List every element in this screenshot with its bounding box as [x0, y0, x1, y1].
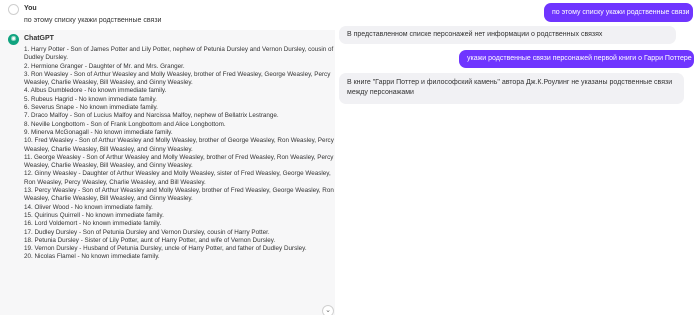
list-item: 17. Dudley Dursley - Son of Petunia Durs… [24, 228, 270, 236]
user-avatar-icon [8, 4, 19, 15]
list-item: 14. Oliver Wood - No known immediate fam… [24, 203, 153, 211]
list-item: 11. George Weasley - Son of Arthur Weasl… [24, 153, 334, 170]
chevron-down-icon: ⌄ [325, 307, 331, 314]
list-item: 7. Draco Malfoy - Son of Lucius Malfoy a… [24, 112, 279, 120]
chatgpt-logo-icon: ✺ [8, 34, 19, 45]
list-item: 10. Fred Weasley - Son of Arthur Weasley… [24, 137, 334, 153]
list-item: 3. Ron Weasley - Son of Arthur Weasley a… [24, 70, 331, 87]
chatgpt-pane: You по этому списку укажи родственные св… [0, 0, 335, 315]
list-item: 2. Hermione Granger - Daughter of Mr. an… [24, 62, 185, 70]
assistant-message-block: ✺ ChatGPT 1. Harry Potter - Son of James… [0, 30, 335, 315]
list-item: 13. Percy Weasley - Son of Arthur Weasle… [24, 187, 334, 203]
list-item: 8. Neville Longbottom - Son of Frank Lon… [24, 120, 226, 128]
user-name: You [24, 5, 37, 12]
list-item: 12. Ginny Weasley - Daughter of Arthur W… [24, 170, 331, 186]
list-item: 15. Quirinus Quirrell - No known immedia… [24, 211, 164, 219]
bot-message-bubble: В представленном списке персонажей нет и… [339, 26, 676, 44]
list-item: 1. Harry Potter - Son of James Potter an… [24, 46, 334, 62]
list-item: 16. Lord Voldemort - No known immediate … [24, 220, 162, 228]
list-item: 19. Vernon Dursley - Husband of Petunia … [24, 245, 307, 253]
chat-pane: по этому списку укажи родственные связи … [335, 0, 700, 315]
scroll-down-button[interactable]: ⌄ [322, 305, 334, 315]
list-item: 9. Minerva McGonagall - No known immedia… [24, 128, 173, 136]
list-item: 5. Rubeus Hagrid - No known immediate fa… [24, 95, 157, 103]
list-item: 6. Severus Snape - No known immediate fa… [24, 104, 158, 112]
user-message: по этому списку укажи родственные связи [24, 17, 162, 24]
user-message-bubble: по этому списку укажи родственные связи [544, 3, 693, 22]
list-item: 4. Albus Dumbledore - No known immediate… [24, 87, 167, 95]
list-item: 20. Nicolas Flamel - No known immediate … [24, 253, 160, 261]
bot-message-bubble: В книге "Гарри Поттер и философский каме… [339, 73, 684, 104]
list-item: 18. Petunia Dursley - Sister of Lily Pot… [24, 236, 276, 244]
user-message-bubble: укажи родственные связи персонажей перво… [459, 50, 694, 68]
assistant-name: ChatGPT [24, 35, 54, 42]
assistant-answer-list: 1. Harry Potter - Son of James Potter an… [24, 46, 334, 262]
